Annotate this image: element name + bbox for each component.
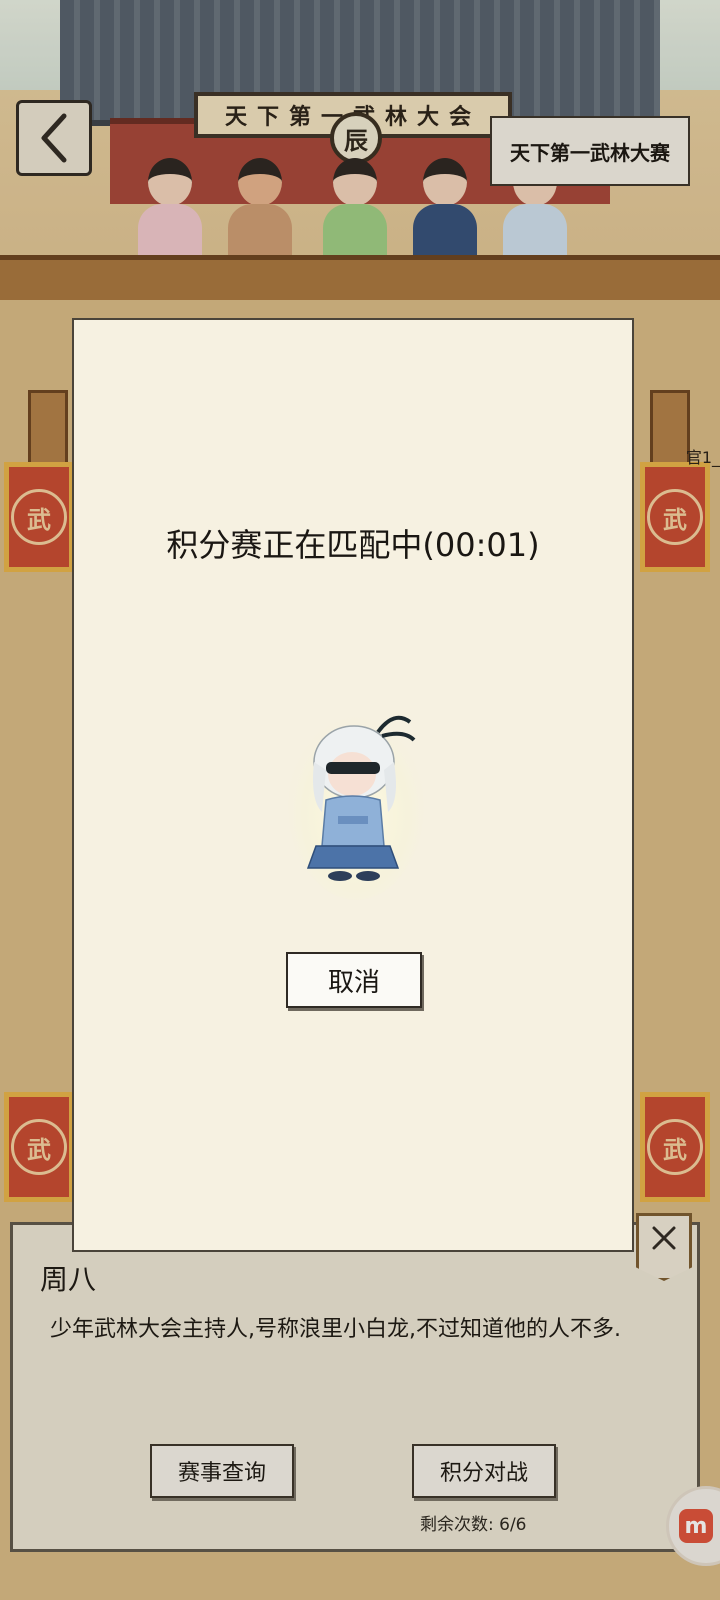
- matching-dialog: 积分赛正在匹配中(00:01) 取消: [72, 318, 634, 1252]
- matching-status-text: 积分赛正在匹配中(00:01): [166, 526, 540, 564]
- player-avatar-portrait: [288, 710, 424, 900]
- cancel-matching-button[interactable]: 取消: [286, 952, 422, 1008]
